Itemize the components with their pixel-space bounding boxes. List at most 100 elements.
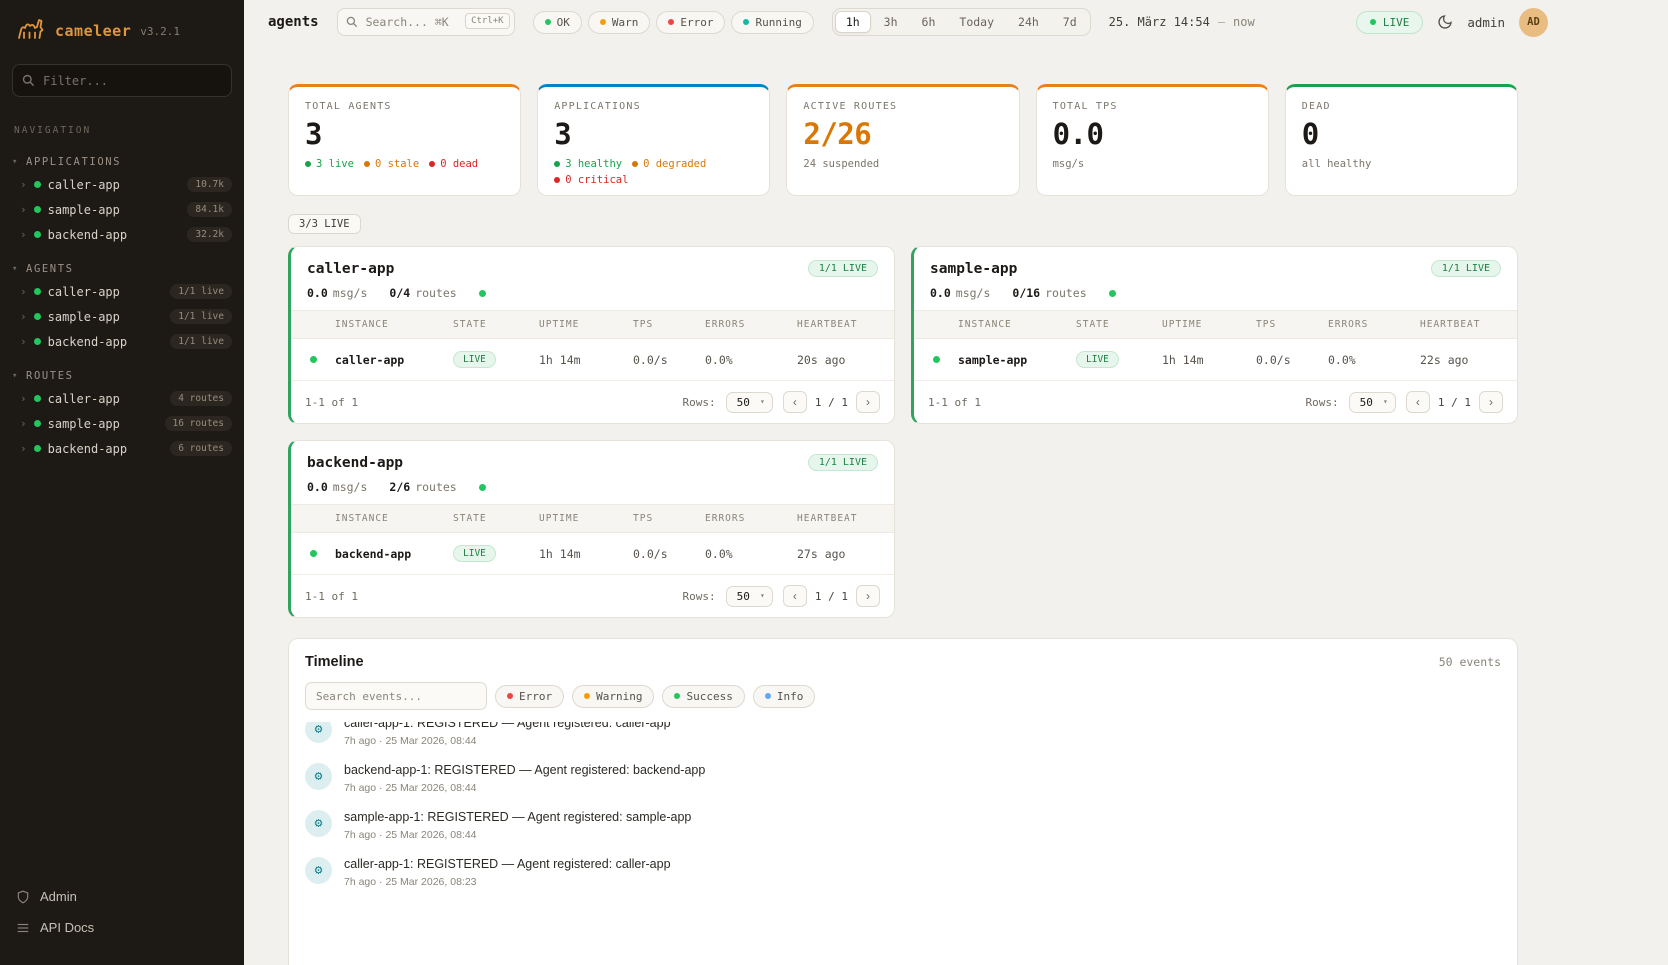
menu-lines-icon <box>16 921 30 935</box>
prev-page-button[interactable]: ‹ <box>1406 391 1430 413</box>
stat-label: DEAD <box>1302 101 1501 112</box>
range-button-7d[interactable]: 7d <box>1052 11 1088 33</box>
sidebar-item-badge: 84.1k <box>187 202 232 217</box>
rate-value: 0.0 <box>307 480 328 494</box>
row-range: 1-1 of 1 <box>305 396 358 409</box>
column-header: HEARTBEAT <box>797 505 894 532</box>
rows-per-page-select[interactable]: 50▾ <box>726 586 773 607</box>
chevron-down-icon: ▾ <box>760 591 765 600</box>
sidebar-item-badge: 4 routes <box>170 391 232 406</box>
sidebar-filter-input[interactable] <box>12 64 232 97</box>
stat-cards: TOTAL AGENTS 3 3 live 0 stale 0 dead APP… <box>288 84 1518 196</box>
column-header: TPS <box>633 311 705 338</box>
events-search-input[interactable] <box>305 682 487 710</box>
table-row[interactable]: backend-app LIVE 1h 14m 0.0/s 0.0% 27s a… <box>291 533 894 575</box>
app-card-metrics: 0.0msg/s 0/4routes <box>291 286 894 311</box>
event-filter-success[interactable]: Success <box>662 685 744 708</box>
chevron-right-icon: › <box>20 203 27 216</box>
health-dot <box>479 484 486 491</box>
brand: cameleer v3.2.1 <box>0 0 244 56</box>
filter-chip-error[interactable]: Error <box>656 11 725 34</box>
status-filter-chips: OK Warn Error Running <box>533 11 814 34</box>
table-footer: 1-1 of 1 Rows: 50▾ ‹ 1 / 1 › <box>291 575 894 617</box>
range-button-3h[interactable]: 3h <box>873 11 909 33</box>
sidebar-item-app-backend-app[interactable]: › backend-app 32.2k <box>0 222 244 247</box>
status-dot <box>305 161 311 167</box>
api-docs-link[interactable]: API Docs <box>16 912 228 943</box>
app-card-header: sample-app 1/1 LIVE <box>914 247 1517 286</box>
chip-label: Warning <box>596 690 642 703</box>
tps-cell: 0.0/s <box>633 535 705 573</box>
sidebar-item-routes-backend-app[interactable]: › backend-app 6 routes <box>0 436 244 461</box>
main-area: agents Ctrl+K OK Warn Error Running <box>244 0 1668 965</box>
rows-per-page-select[interactable]: 50▾ <box>726 392 773 413</box>
filter-chip-running[interactable]: Running <box>731 11 813 34</box>
column-header: UPTIME <box>1162 311 1256 338</box>
routes-ratio: 0/4 <box>389 286 410 300</box>
event-filter-error[interactable]: Error <box>495 685 564 708</box>
heartbeat-cell: 22s ago <box>1420 341 1517 379</box>
dark-mode-toggle[interactable] <box>1437 14 1453 30</box>
event-filter-info[interactable]: Info <box>753 685 816 708</box>
meta-text: 0 degraded <box>643 158 706 170</box>
topbar: agents Ctrl+K OK Warn Error Running <box>244 0 1668 44</box>
chip-label: Warn <box>612 16 639 29</box>
section-header-agents[interactable]: ▾ AGENTS <box>0 259 244 279</box>
sidebar-item-routes-sample-app[interactable]: › sample-app 16 routes <box>0 411 244 436</box>
range-button-24h[interactable]: 24h <box>1007 11 1050 33</box>
event-filter-warning[interactable]: Warning <box>572 685 654 708</box>
routes-ratio: 2/6 <box>389 480 410 494</box>
next-page-button[interactable]: › <box>856 585 880 607</box>
status-dot <box>632 161 638 167</box>
brand-name: cameleer <box>55 22 131 40</box>
filter-chip-warn[interactable]: Warn <box>588 11 651 34</box>
table-row[interactable]: sample-app LIVE 1h 14m 0.0/s 0.0% 22s ag… <box>914 339 1517 381</box>
sidebar-item-agent-sample-app[interactable]: › sample-app 1/1 live <box>0 304 244 329</box>
prev-page-button[interactable]: ‹ <box>783 391 807 413</box>
event-time: 7h ago · 25 Mar 2026, 08:44 <box>344 829 691 841</box>
next-page-button[interactable]: › <box>856 391 880 413</box>
sidebar-item-label: sample-app <box>48 203 120 217</box>
time-range-selector: 1h 3h 6h Today 24h 7d <box>832 8 1091 36</box>
status-dot <box>34 288 41 295</box>
column-header: UPTIME <box>539 505 633 532</box>
errors-cell: 0.0% <box>1328 341 1420 379</box>
shield-icon <box>16 890 30 904</box>
section-header-applications[interactable]: ▾ APPLICATIONS <box>0 152 244 172</box>
live-count-badge: 1/1 LIVE <box>808 260 878 277</box>
app-card-metrics: 0.0msg/s 0/16routes <box>914 286 1517 311</box>
stat-label: APPLICATIONS <box>554 101 753 112</box>
live-status-indicator: LIVE <box>1356 11 1424 34</box>
next-page-button[interactable]: › <box>1479 391 1503 413</box>
sidebar-item-agent-backend-app[interactable]: › backend-app 1/1 live <box>0 329 244 354</box>
range-button-1h[interactable]: 1h <box>835 11 871 33</box>
filter-chip-ok[interactable]: OK <box>533 11 582 34</box>
sidebar-item-badge: 6 routes <box>170 441 232 456</box>
sidebar-item-app-sample-app[interactable]: › sample-app 84.1k <box>0 197 244 222</box>
range-button-today[interactable]: Today <box>948 11 1005 33</box>
stat-value: 3 <box>554 117 753 151</box>
timeline-title: Timeline <box>305 654 364 670</box>
sidebar-item-routes-caller-app[interactable]: › caller-app 4 routes <box>0 386 244 411</box>
chevron-down-icon: ▾ <box>760 397 765 406</box>
sidebar-item-app-caller-app[interactable]: › caller-app 10.7k <box>0 172 244 197</box>
prev-page-button[interactable]: ‹ <box>783 585 807 607</box>
rows-per-page-select[interactable]: 50▾ <box>1349 392 1396 413</box>
avatar[interactable]: AD <box>1519 8 1548 37</box>
admin-link[interactable]: Admin <box>16 881 228 912</box>
table-row[interactable]: caller-app LIVE 1h 14m 0.0/s 0.0% 20s ag… <box>291 339 894 381</box>
section-header-routes[interactable]: ▾ ROUTES <box>0 366 244 386</box>
table-header: INSTANCE STATE UPTIME TPS ERRORS HEARTBE… <box>291 505 894 533</box>
app-card-sample-app: sample-app 1/1 LIVE 0.0msg/s 0/16routes … <box>911 246 1518 424</box>
range-button-6h[interactable]: 6h <box>911 11 947 33</box>
topbar-right: LIVE admin AD <box>1356 8 1548 37</box>
status-dot <box>584 693 590 699</box>
event-title: sample-app-1: REGISTERED — Agent registe… <box>344 810 691 824</box>
date-now: now <box>1233 15 1255 29</box>
admin-label: Admin <box>40 889 77 904</box>
event-row: ⚙ sample-app-1: REGISTERED — Agent regis… <box>289 802 1517 849</box>
section-label: AGENTS <box>26 263 74 275</box>
event-title: backend-app-1: REGISTERED — Agent regist… <box>344 763 705 777</box>
sidebar-item-agent-caller-app[interactable]: › caller-app 1/1 live <box>0 279 244 304</box>
routes-unit: routes <box>1045 286 1087 300</box>
